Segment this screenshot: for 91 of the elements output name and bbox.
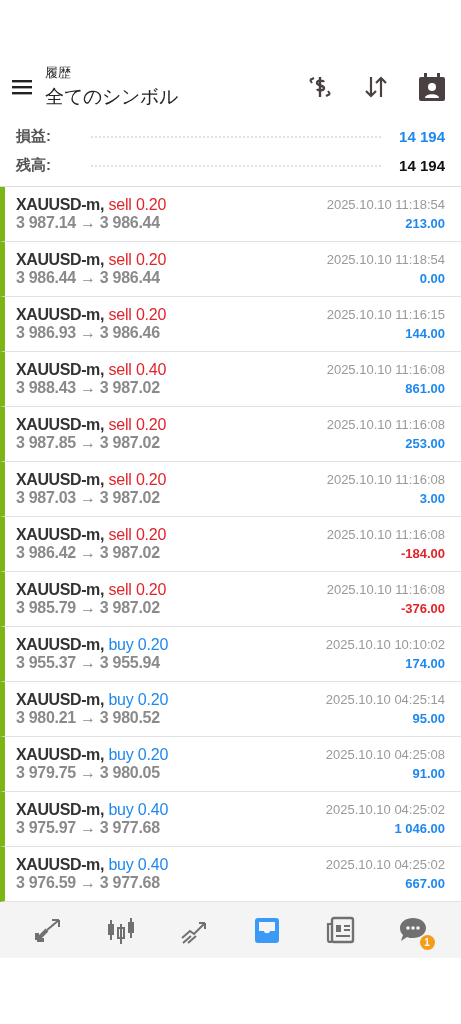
deal-symbol: XAUUSD-m, bbox=[16, 196, 104, 213]
deal-prices: 3 988.43 → 3 987.02 bbox=[16, 379, 161, 397]
deal-time: 2025.10.10 04:25:02 bbox=[325, 857, 445, 872]
deal-profit: -184.00 bbox=[400, 546, 445, 561]
deal-row[interactable]: XAUUSD-m, sell 0.20 3 986.42 → 3 987.02 2025.10.10 11:16:08 -184.00 bbox=[0, 517, 461, 572]
deal-symbol: XAUUSD-m, bbox=[16, 856, 104, 873]
deal-volume: sell 0.20 bbox=[108, 526, 167, 543]
deal-symbol: XAUUSD-m, bbox=[16, 361, 104, 378]
deal-symbol: XAUUSD-m, bbox=[16, 746, 104, 763]
deal-symbol: XAUUSD-m, bbox=[16, 306, 104, 323]
deal-volume: buy 0.20 bbox=[108, 746, 169, 763]
menu-icon[interactable] bbox=[12, 79, 32, 95]
currency-exchange-icon[interactable] bbox=[307, 74, 333, 100]
summary-label: 損益: bbox=[16, 127, 51, 146]
deal-row[interactable]: XAUUSD-m, sell 0.20 3 986.44 → 3 986.44 2025.10.10 11:18:54 0.00 bbox=[0, 242, 461, 297]
deal-prices: 3 987.14 → 3 986.44 bbox=[16, 214, 161, 232]
deal-symbol: XAUUSD-m, bbox=[16, 581, 104, 598]
deal-prices: 3 987.85 → 3 987.02 bbox=[16, 434, 161, 452]
deal-volume: sell 0.20 bbox=[108, 196, 167, 213]
deal-prices: 3 980.21 → 3 980.52 bbox=[16, 709, 161, 727]
deal-volume: sell 0.40 bbox=[108, 361, 167, 378]
deal-time: 2025.10.10 11:16:15 bbox=[326, 307, 445, 322]
deal-symbol: XAUUSD-m, bbox=[16, 636, 104, 653]
deal-row[interactable]: XAUUSD-m, sell 0.20 3 987.14 → 3 986.44 2025.10.10 11:18:54 213.00 bbox=[0, 187, 461, 242]
deal-volume: buy 0.20 bbox=[108, 636, 169, 653]
deal-time: 2025.10.10 11:16:08 bbox=[326, 362, 445, 377]
deal-profit: 213.00 bbox=[405, 216, 445, 231]
deal-time: 2025.10.10 11:16:08 bbox=[326, 472, 445, 487]
deal-prices: 3 979.75 → 3 980.05 bbox=[16, 764, 161, 782]
deal-prices: 3 976.59 → 3 977.68 bbox=[16, 874, 161, 892]
deal-time: 2025.10.10 04:25:02 bbox=[325, 802, 445, 817]
deal-profit: 3.00 bbox=[419, 491, 445, 506]
deal-time: 2025.10.10 11:18:54 bbox=[326, 197, 445, 212]
deal-volume: sell 0.20 bbox=[108, 581, 167, 598]
deal-row[interactable]: XAUUSD-m, sell 0.20 3 986.93 → 3 986.46 2025.10.10 11:16:15 144.00 bbox=[0, 297, 461, 352]
deal-volume: sell 0.20 bbox=[108, 306, 167, 323]
page-subtitle: 履歴 bbox=[45, 64, 72, 82]
deal-symbol: XAUUSD-m, bbox=[16, 801, 104, 818]
deal-prices: 3 986.42 → 3 987.02 bbox=[16, 544, 161, 562]
deal-symbol: XAUUSD-m, bbox=[16, 691, 104, 708]
deal-prices: 3 986.44 → 3 986.44 bbox=[16, 269, 161, 287]
deal-volume: buy 0.40 bbox=[108, 856, 169, 873]
deal-time: 2025.10.10 11:16:08 bbox=[326, 582, 445, 597]
deal-profit: 144.00 bbox=[405, 326, 445, 341]
deal-row[interactable]: XAUUSD-m, buy 0.20 3 979.75 → 3 980.05 2025.10.10 04:25:08 91.00 bbox=[0, 737, 461, 792]
deal-volume: sell 0.20 bbox=[108, 251, 167, 268]
deal-prices: 3 975.97 → 3 977.68 bbox=[16, 819, 161, 837]
summary-value: 14 194 bbox=[399, 128, 445, 145]
deal-time: 2025.10.10 11:18:54 bbox=[326, 252, 445, 267]
deal-volume: sell 0.20 bbox=[108, 416, 167, 433]
deal-profit: 1 046.00 bbox=[394, 821, 445, 836]
deal-symbol: XAUUSD-m, bbox=[16, 251, 104, 268]
deal-time: 2025.10.10 04:25:08 bbox=[325, 747, 445, 762]
notification-badge: 1 bbox=[419, 935, 435, 950]
deal-prices: 3 986.93 → 3 986.46 bbox=[16, 324, 161, 342]
deal-time: 2025.10.10 11:16:08 bbox=[326, 417, 445, 432]
deal-prices: 3 987.03 → 3 987.02 bbox=[16, 489, 161, 507]
deal-prices: 3 955.37 → 3 955.94 bbox=[16, 654, 161, 672]
deal-profit: 174.00 bbox=[405, 656, 445, 671]
chat-icon[interactable] bbox=[397, 916, 428, 944]
deal-time: 2025.10.10 11:16:08 bbox=[326, 527, 445, 542]
candlestick-icon[interactable] bbox=[106, 916, 137, 944]
deal-volume: buy 0.20 bbox=[108, 691, 169, 708]
deal-profit: 91.00 bbox=[412, 766, 445, 781]
deal-row[interactable]: XAUUSD-m, buy 0.20 3 955.37 → 3 955.94 2025.10.10 10:10:02 174.00 bbox=[0, 627, 461, 682]
calendar-person-icon[interactable] bbox=[419, 73, 445, 101]
deal-volume: sell 0.20 bbox=[108, 471, 167, 488]
symbol-filter-title[interactable]: 全てのシンボル bbox=[45, 84, 307, 110]
deal-row[interactable]: XAUUSD-m, sell 0.20 3 987.03 → 3 987.02 2025.10.10 11:16:08 3.00 bbox=[0, 462, 461, 517]
deal-row[interactable]: XAUUSD-m, sell 0.20 3 987.85 → 3 987.02 2025.10.10 11:16:08 253.00 bbox=[0, 407, 461, 462]
deal-row[interactable]: XAUUSD-m, sell 0.20 3 985.79 → 3 987.02 2025.10.10 11:16:08 -376.00 bbox=[0, 572, 461, 627]
deal-profit: 667.00 bbox=[405, 876, 445, 891]
deal-time: 2025.10.10 10:10:02 bbox=[325, 637, 445, 652]
deal-row[interactable]: XAUUSD-m, buy 0.40 3 975.97 → 3 977.68 2025.10.10 04:25:02 1 046.00 bbox=[0, 792, 461, 847]
deal-symbol: XAUUSD-m, bbox=[16, 526, 104, 543]
deal-profit: -376.00 bbox=[400, 601, 445, 616]
deal-time: 2025.10.10 04:25:14 bbox=[325, 692, 445, 707]
deal-row[interactable]: XAUUSD-m, sell 0.40 3 988.43 → 3 987.02 2025.10.10 11:16:08 861.00 bbox=[0, 352, 461, 407]
deal-volume: buy 0.40 bbox=[108, 801, 169, 818]
newspaper-icon[interactable] bbox=[324, 916, 355, 944]
deal-profit: 861.00 bbox=[405, 381, 445, 396]
deal-prices: 3 985.79 → 3 987.02 bbox=[16, 599, 161, 617]
deal-profit: 0.00 bbox=[419, 271, 445, 286]
deal-profit: 95.00 bbox=[412, 711, 445, 726]
sort-icon[interactable] bbox=[363, 75, 389, 99]
summary-value: 14 194 bbox=[399, 157, 445, 174]
deal-profit: 253.00 bbox=[405, 436, 445, 451]
deal-symbol: XAUUSD-m, bbox=[16, 471, 104, 488]
deal-row[interactable]: XAUUSD-m, buy 0.20 3 980.21 → 3 980.52 2025.10.10 04:25:14 95.00 bbox=[0, 682, 461, 737]
deal-symbol: XAUUSD-m, bbox=[16, 416, 104, 433]
summary-label: 残高: bbox=[16, 156, 51, 175]
